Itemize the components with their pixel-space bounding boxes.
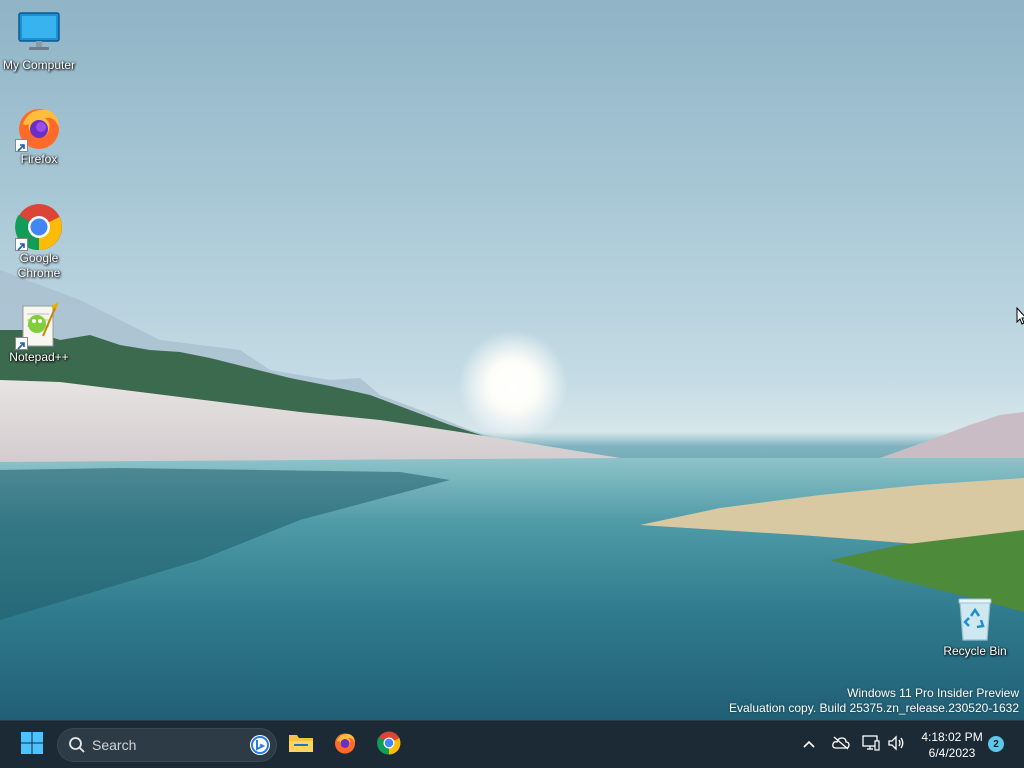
watermark-build: Evaluation copy. Build 25375.zn_release.… — [729, 701, 1019, 715]
mouse-cursor-icon — [1016, 306, 1024, 330]
onedrive-offline-icon — [832, 736, 850, 755]
chrome-icon — [15, 203, 63, 251]
taskbar: Search 4:18:02 PM 6/4/2023 — [0, 720, 1024, 768]
shortcut-arrow-icon — [15, 139, 28, 152]
search-placeholder: Search — [92, 737, 137, 753]
shortcut-arrow-icon — [15, 337, 28, 350]
taskbar-app-firefox[interactable] — [325, 725, 365, 765]
start-button[interactable] — [12, 725, 52, 765]
volume-icon — [887, 734, 905, 756]
firefox-icon — [15, 104, 63, 152]
desktop-icon-label: Notepad++ — [9, 350, 69, 364]
firefox-icon — [333, 731, 357, 760]
clock-time: 4:18:02 PM — [921, 730, 983, 744]
taskbar-app-file-explorer[interactable] — [281, 725, 321, 765]
taskbar-app-google-chrome[interactable] — [369, 725, 409, 765]
wallpaper-lake-landscape — [0, 270, 1024, 720]
windows-start-icon — [20, 731, 44, 760]
notification-count-badge[interactable]: 2 — [988, 736, 1004, 752]
desktop[interactable]: My Computer Firefox Google Chrome Notepa… — [0, 0, 1024, 720]
chrome-icon — [377, 731, 401, 760]
search-icon — [68, 736, 86, 754]
desktop-icon-my-computer[interactable]: My Computer — [1, 10, 77, 73]
show-hidden-icons-button[interactable] — [798, 721, 820, 768]
desktop-icon-recycle-bin[interactable]: Recycle Bin — [937, 596, 1013, 659]
folder-icon — [288, 732, 314, 759]
taskbar-search-box[interactable]: Search — [57, 728, 277, 762]
desktop-icon-label: Firefox — [20, 152, 58, 166]
taskbar-clock[interactable]: 4:18:02 PM 6/4/2023 — [912, 729, 992, 761]
watermark-edition: Windows 11 Pro Insider Preview — [847, 686, 1019, 700]
desktop-icon-notepadplusplus[interactable]: Notepad++ — [1, 302, 77, 365]
windows-watermark: Windows 11 Pro Insider Preview Evaluatio… — [729, 686, 1019, 716]
chevron-up-icon — [802, 736, 816, 754]
bing-icon[interactable] — [249, 734, 271, 756]
network-icon — [862, 734, 880, 756]
desktop-icon-firefox[interactable]: Firefox — [1, 104, 77, 167]
onedrive-tray-button[interactable] — [828, 721, 854, 768]
recycle-bin-icon — [951, 596, 999, 644]
clock-date: 6/4/2023 — [928, 746, 976, 760]
volume-tray-button[interactable] — [885, 721, 907, 768]
desktop-icon-label: Recycle Bin — [943, 644, 1007, 658]
monitor-icon — [15, 10, 63, 58]
network-tray-button[interactable] — [860, 721, 882, 768]
desktop-icon-label: Google Chrome — [17, 251, 61, 280]
desktop-icon-label: My Computer — [2, 58, 76, 72]
desktop-icon-google-chrome[interactable]: Google Chrome — [1, 203, 77, 281]
notepadplusplus-icon — [15, 302, 63, 350]
shortcut-arrow-icon — [15, 238, 28, 251]
